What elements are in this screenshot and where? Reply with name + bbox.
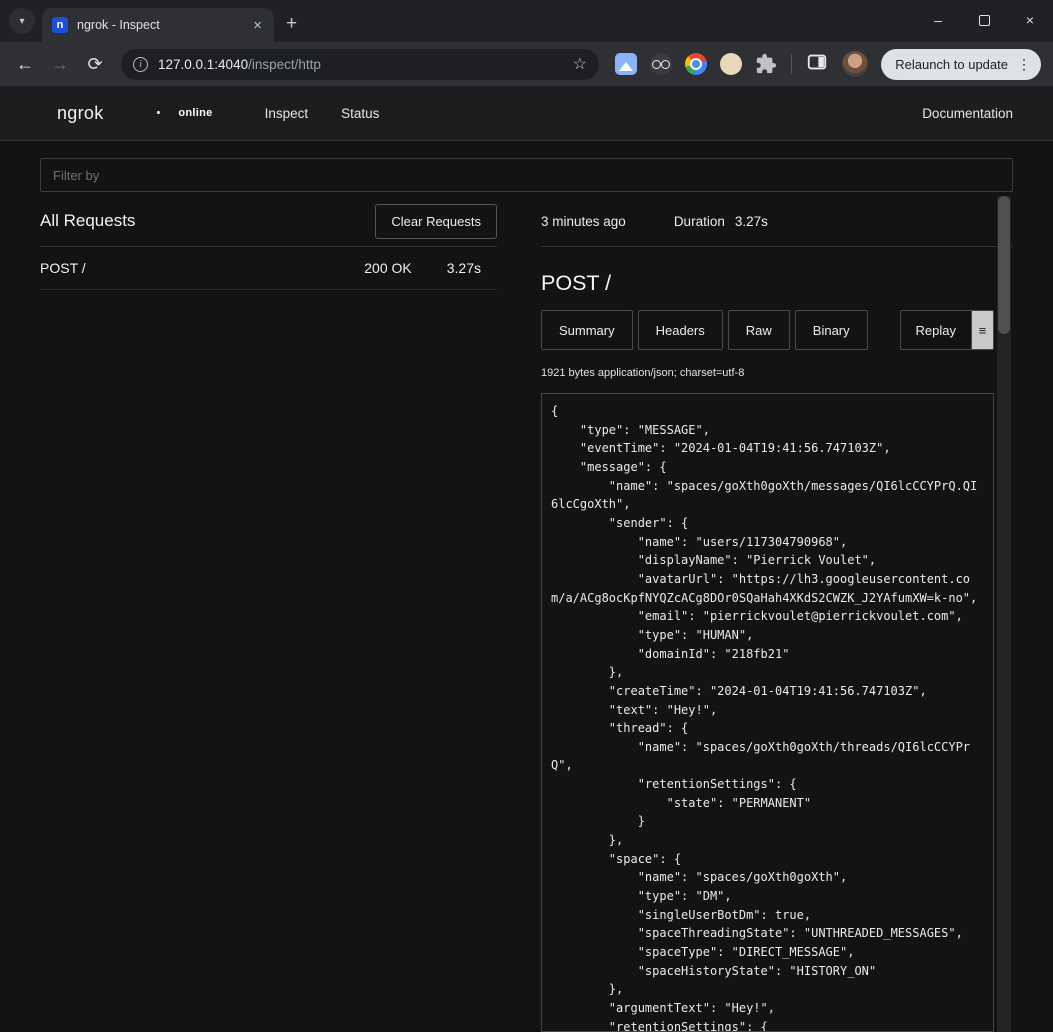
- chrome-logo-icon[interactable]: [685, 53, 707, 75]
- tab-headers[interactable]: Headers: [638, 310, 723, 350]
- tab-search-button[interactable]: ▾: [9, 8, 35, 34]
- ngrok-navbar: ngrok • online Inspect Status Documentat…: [0, 86, 1053, 141]
- request-row[interactable]: POST / 200 OK 3.27s: [40, 247, 497, 290]
- request-body-json: { "type": "MESSAGE", "eventTime": "2024-…: [541, 393, 994, 1032]
- nav-item-documentation[interactable]: Documentation: [922, 106, 1013, 121]
- clear-requests-button[interactable]: Clear Requests: [375, 204, 497, 239]
- bookmark-star-icon[interactable]: ☆: [573, 54, 587, 74]
- url-path: /inspect/http: [248, 57, 321, 72]
- maximize-icon: [979, 15, 990, 26]
- replay-menu-icon[interactable]: ≡: [972, 310, 994, 350]
- extension-circle-icon[interactable]: [720, 53, 742, 75]
- tab-title: ngrok - Inspect: [77, 18, 251, 32]
- nav-item-inspect[interactable]: Inspect: [265, 106, 309, 121]
- minimize-button[interactable]: –: [915, 0, 961, 40]
- tab-close-icon[interactable]: ×: [251, 17, 264, 34]
- browser-toolbar: ← → ⟳ i 127.0.0.1:4040/inspect/http ☆ Re…: [0, 42, 1053, 86]
- nav-item-status[interactable]: Status: [341, 106, 379, 121]
- browser-menu-icon[interactable]: ⋮: [1017, 56, 1031, 73]
- tab-binary[interactable]: Binary: [795, 310, 868, 350]
- back-button[interactable]: ←: [12, 54, 38, 75]
- reload-button[interactable]: ⟳: [82, 54, 108, 75]
- toolbar-separator: [791, 54, 792, 74]
- request-method-path: POST /: [40, 260, 364, 276]
- inspect-page: All Requests Clear Requests POST / 200 O…: [0, 141, 1053, 1032]
- requests-title: All Requests: [40, 211, 135, 231]
- browser-titlebar: ▾ n ngrok - Inspect × + – ×: [0, 0, 1053, 42]
- tab-raw[interactable]: Raw: [728, 310, 790, 350]
- request-time-ago: 3 minutes ago: [541, 214, 626, 229]
- detail-title: POST /: [541, 271, 1013, 296]
- window-controls: – ×: [915, 0, 1053, 40]
- tunnel-status: online: [178, 107, 212, 119]
- body-meta: 1921 bytes application/json; charset=utf…: [541, 367, 1013, 379]
- scrollbar-thumb[interactable]: [998, 196, 1010, 334]
- extension-blue-icon[interactable]: [615, 53, 637, 75]
- extension-goggles-icon[interactable]: [650, 53, 672, 75]
- detail-header: 3 minutes ago Duration 3.27s: [541, 196, 1013, 247]
- address-bar[interactable]: i 127.0.0.1:4040/inspect/http ☆: [121, 49, 599, 80]
- browser-tab[interactable]: n ngrok - Inspect ×: [42, 8, 274, 42]
- side-panel-icon[interactable]: [806, 51, 828, 78]
- url-host: 127.0.0.1:4040: [158, 57, 248, 72]
- request-detail-panel: 3 minutes ago Duration 3.27s POST / Summ…: [541, 196, 1013, 1032]
- replay-group: Replay ≡: [900, 310, 994, 350]
- request-status: 200 OK: [364, 260, 411, 276]
- extensions-puzzle-icon[interactable]: [755, 53, 777, 75]
- duration-value: 3.27s: [735, 214, 768, 229]
- maximize-button[interactable]: [961, 0, 1007, 40]
- filter-input[interactable]: [40, 158, 1013, 192]
- tab-summary[interactable]: Summary: [541, 310, 633, 350]
- close-window-button[interactable]: ×: [1007, 0, 1053, 40]
- forward-button[interactable]: →: [47, 54, 73, 75]
- status-dot-icon: •: [157, 107, 161, 119]
- relaunch-label: Relaunch to update: [895, 57, 1008, 72]
- profile-avatar[interactable]: [842, 51, 868, 77]
- requests-header: All Requests Clear Requests: [40, 196, 497, 247]
- requests-panel: All Requests Clear Requests POST / 200 O…: [40, 196, 497, 1032]
- request-duration: 3.27s: [447, 260, 481, 276]
- detail-tabs: Summary Headers Raw Binary Replay ≡: [541, 310, 1013, 350]
- ngrok-favicon-icon: n: [52, 17, 68, 33]
- chevron-down-icon: ▾: [19, 16, 24, 27]
- new-tab-button[interactable]: +: [286, 14, 297, 33]
- site-info-icon[interactable]: i: [133, 57, 148, 72]
- detail-scrollbar[interactable]: [997, 196, 1011, 1032]
- extension-icons: [615, 53, 777, 75]
- duration-label: Duration: [674, 214, 725, 229]
- relaunch-to-update-button[interactable]: Relaunch to update ⋮: [881, 49, 1041, 80]
- ngrok-brand[interactable]: ngrok: [57, 103, 104, 124]
- replay-button[interactable]: Replay: [900, 310, 972, 350]
- url-text: 127.0.0.1:4040/inspect/http: [158, 57, 321, 72]
- content-columns: All Requests Clear Requests POST / 200 O…: [40, 196, 1013, 1032]
